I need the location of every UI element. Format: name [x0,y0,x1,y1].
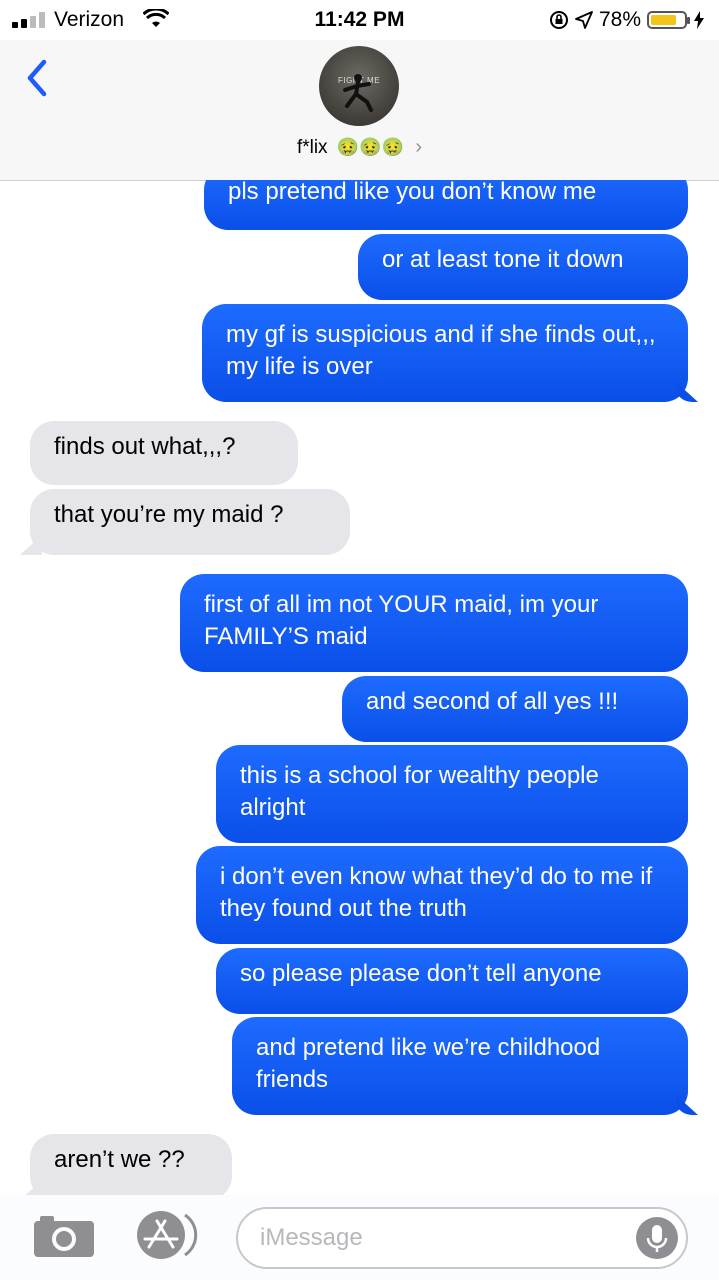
sent-message[interactable]: and pretend like we’re childhood friends [232,1017,688,1115]
received-message[interactable]: aren’t we ?? [30,1134,232,1195]
message-input-placeholder: iMessage [260,1224,363,1251]
sent-message[interactable]: or at least tone it down [358,234,688,300]
sent-message[interactable]: pls pretend like you don’t know me [204,180,688,230]
battery-icon [647,11,690,29]
chevron-right-icon: › [415,136,423,158]
sent-message[interactable]: i don’t even know what they’d do to me i… [196,846,688,944]
battery-percent: 78% [598,8,641,31]
microphone-icon [646,1225,668,1252]
charging-icon [694,11,704,29]
back-chevron-icon[interactable] [20,58,54,98]
contact-emojis: 🤢🤢🤢 [336,137,405,157]
sent-message[interactable]: and second of all yes !!! [342,676,688,742]
sent-message[interactable]: this is a school for wealthy people alri… [216,745,688,843]
contact-name: f*lix [296,137,328,158]
orientation-lock-icon [549,11,568,29]
received-message[interactable]: finds out what,,,? [30,421,298,485]
conversation-header: FIGHT ME f*lix 🤢🤢🤢 › [0,40,719,181]
location-icon [575,11,593,29]
camera-icon[interactable] [32,1213,96,1259]
dictation-button[interactable] [636,1217,678,1259]
status-right: 78% [549,8,705,32]
sent-message[interactable]: so please please don’t tell anyone [216,948,688,1014]
message-thread: pls pretend like you don’t know me or at… [0,180,719,1195]
sent-message[interactable]: first of all im not YOUR maid, im your F… [180,574,688,672]
contact-avatar[interactable]: FIGHT ME [319,46,399,126]
dancer-figure-icon [343,74,373,112]
compose-bar: iMessage [0,1195,719,1280]
received-message[interactable]: that you’re my maid ? [30,489,350,555]
message-input[interactable]: iMessage [236,1207,688,1269]
sent-message[interactable]: my gf is suspicious and if she finds out… [202,304,688,402]
status-bar: Verizon 11:42 PM 78% [0,0,719,40]
contact-name-row[interactable]: f*lix 🤢🤢🤢 › [0,136,719,159]
app-store-icon[interactable] [135,1209,201,1261]
